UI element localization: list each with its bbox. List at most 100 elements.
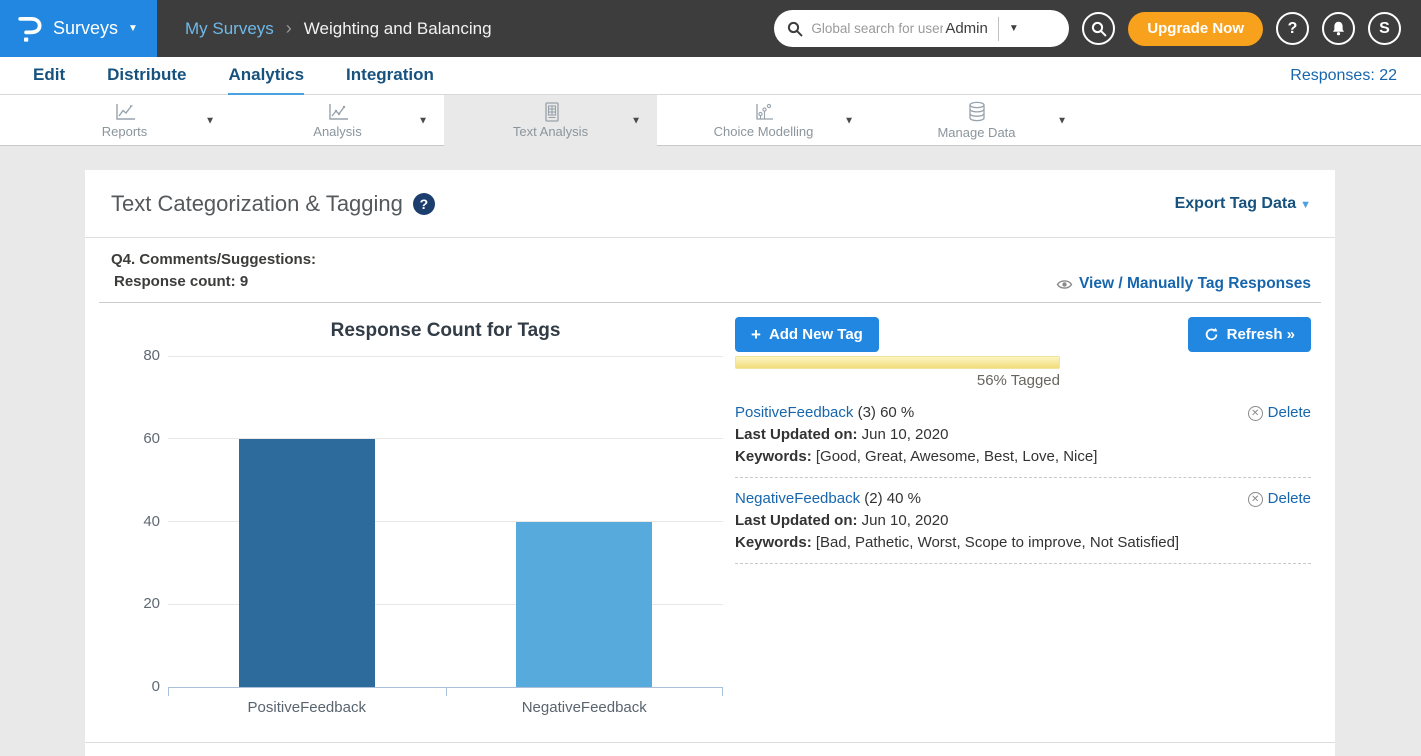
x-axis-tick <box>168 687 169 696</box>
responses-count[interactable]: Responses: 22 <box>1290 67 1397 85</box>
export-tag-data-label: Export Tag Data <box>1175 195 1297 212</box>
tab-edit[interactable]: Edit <box>33 57 65 95</box>
updated-value: Jun 10, 2020 <box>858 426 949 443</box>
tag-entry: NegativeFeedback (2) 40 % ✕ Delete Last … <box>735 488 1311 554</box>
dashed-divider <box>735 563 1311 564</box>
chevron-down-icon[interactable]: ▼ <box>844 115 854 126</box>
tagged-percent-label: 56% Tagged <box>735 372 1060 389</box>
y-tick-label: 0 <box>152 678 160 695</box>
question-mark-icon: ? <box>1288 20 1298 38</box>
toolbar-item-label: Text Analysis <box>513 124 588 139</box>
keywords-value: [Bad, Pathetic, Worst, Scope to improve,… <box>812 534 1179 551</box>
circled-x-icon: ✕ <box>1248 492 1263 507</box>
product-switcher[interactable]: Surveys ▼ <box>0 0 157 57</box>
toolbar-item-reports[interactable]: Reports ▼ <box>18 95 231 146</box>
keywords-label: Keywords: <box>735 448 812 465</box>
tag-name-link[interactable]: PositiveFeedback <box>735 404 853 421</box>
search-scope-value[interactable]: Admin <box>945 20 988 37</box>
toolbar-item-label: Choice Modelling <box>714 124 814 139</box>
upgrade-now-button[interactable]: Upgrade Now <box>1128 12 1263 46</box>
tab-distribute[interactable]: Distribute <box>107 57 186 95</box>
text-categorization-panel: Text Categorization & Tagging ? Export T… <box>85 170 1335 756</box>
y-tick-label: 80 <box>143 347 160 364</box>
question-header: Q4. Comments/Suggestions: Response count… <box>99 238 1321 303</box>
delete-tag-button[interactable]: ✕ Delete <box>1248 488 1311 510</box>
chevron-down-icon[interactable]: ▼ <box>205 115 215 126</box>
y-axis-labels: 020406080 <box>115 356 160 687</box>
chart-title: Response Count for Tags <box>168 313 723 342</box>
search-icon <box>1091 21 1107 37</box>
chevron-down-icon[interactable]: ▼ <box>418 115 428 126</box>
y-tick-label: 40 <box>143 513 160 530</box>
help-icon[interactable]: ? <box>413 193 435 215</box>
help-button[interactable]: ? <box>1276 12 1309 45</box>
notifications-button[interactable] <box>1322 12 1355 45</box>
delete-label: Delete <box>1268 488 1311 510</box>
survey-nav: Edit Distribute Analytics Integration Re… <box>0 57 1421 95</box>
chevron-down-icon: ▼ <box>128 23 138 34</box>
toolbar-item-analysis[interactable]: Analysis ▼ <box>231 95 444 146</box>
tab-analytics[interactable]: Analytics <box>228 57 304 95</box>
toolbar-item-text-analysis[interactable]: Text Analysis ▼ <box>444 95 657 146</box>
global-search-input[interactable] <box>811 21 943 36</box>
chevron-down-icon[interactable]: ▼ <box>1057 115 1067 126</box>
search-button[interactable] <box>1082 12 1115 45</box>
tag-count-percent: (3) 60 % <box>858 404 915 421</box>
search-scope-dropdown[interactable]: ▼ <box>999 23 1029 34</box>
tagged-progress-fill <box>736 357 1059 368</box>
global-search: Admin ▼ <box>774 10 1069 47</box>
tag-count-percent: (2) 40 % <box>864 490 921 507</box>
response-count: Response count: 9 <box>111 271 316 293</box>
keywords-label: Keywords: <box>735 534 812 551</box>
chevron-down-icon[interactable]: ▼ <box>631 115 641 126</box>
question-info: Q4. Comments/Suggestions: Response count… <box>111 249 316 293</box>
view-manually-tag-label: View / Manually Tag Responses <box>1079 275 1311 293</box>
updated-label: Last Updated on: <box>735 426 858 443</box>
updated-label: Last Updated on: <box>735 512 858 529</box>
chevron-right-icon: › <box>286 18 292 39</box>
circled-x-icon: ✕ <box>1248 406 1263 421</box>
tag-management: + Add New Tag Refresh » 56% Tagged <box>735 317 1311 574</box>
tab-integration[interactable]: Integration <box>346 57 434 95</box>
panel-content: Response Count for Tags 0 20 40 60 80 Positi… <box>85 303 1335 733</box>
tagged-progress-bar <box>735 356 1060 369</box>
delete-label: Delete <box>1268 402 1311 424</box>
chart-plot-area: PositiveFeedbackNegativeFeedback <box>168 356 723 687</box>
tagged-progress: 56% Tagged <box>735 356 1060 389</box>
toolbar-item-label: Reports <box>102 124 148 139</box>
toolbar-item-label: Manage Data <box>937 125 1015 140</box>
section-divider <box>85 742 1335 743</box>
dashed-divider <box>735 477 1311 478</box>
chart-bar-PositiveFeedback[interactable] <box>239 439 375 687</box>
trend-chart-icon <box>326 103 350 122</box>
tag-actions-row: + Add New Tag Refresh » <box>735 317 1311 352</box>
delete-tag-button[interactable]: ✕ Delete <box>1248 402 1311 424</box>
add-new-tag-label: Add New Tag <box>769 326 863 343</box>
account-avatar[interactable]: S <box>1368 12 1401 45</box>
refresh-icon <box>1204 327 1219 342</box>
refresh-button[interactable]: Refresh » <box>1188 317 1311 352</box>
line-chart-icon <box>113 103 137 122</box>
view-manually-tag-link[interactable]: View / Manually Tag Responses <box>1056 275 1311 293</box>
tag-keywords-row: Keywords: [Good, Great, Awesome, Best, L… <box>735 446 1311 468</box>
add-new-tag-button[interactable]: + Add New Tag <box>735 317 879 352</box>
x-category-label: NegativeFeedback <box>446 699 724 716</box>
text-report-icon <box>539 102 563 122</box>
page-title: Text Categorization & Tagging <box>111 191 403 217</box>
y-tick-label: 20 <box>143 595 160 612</box>
chart-bar-NegativeFeedback[interactable] <box>516 522 652 688</box>
top-header: Surveys ▼ My Surveys › Weighting and Bal… <box>0 0 1421 57</box>
toolbar-item-choice-modelling[interactable]: Choice Modelling ▼ <box>657 95 870 146</box>
y-tick-label: 60 <box>143 430 160 447</box>
tag-entry-header: PositiveFeedback (3) 60 % ✕ Delete <box>735 402 1311 424</box>
product-name: Surveys <box>53 18 118 39</box>
response-count-chart: Response Count for Tags 0 20 40 60 80 Positi… <box>115 313 765 733</box>
question-title: Q4. Comments/Suggestions: <box>111 249 316 271</box>
export-tag-data-button[interactable]: Export Tag Data▼ <box>1175 195 1311 213</box>
analytics-toolbar: Reports ▼ Analysis ▼ Text Analysis ▼ <box>0 95 1421 146</box>
toolbar-item-manage-data[interactable]: Manage Data ▼ <box>870 95 1083 146</box>
plus-icon: + <box>751 325 761 345</box>
tag-name-link[interactable]: NegativeFeedback <box>735 490 860 507</box>
breadcrumb-my-surveys[interactable]: My Surveys <box>185 19 274 39</box>
x-axis-tick <box>722 687 723 696</box>
